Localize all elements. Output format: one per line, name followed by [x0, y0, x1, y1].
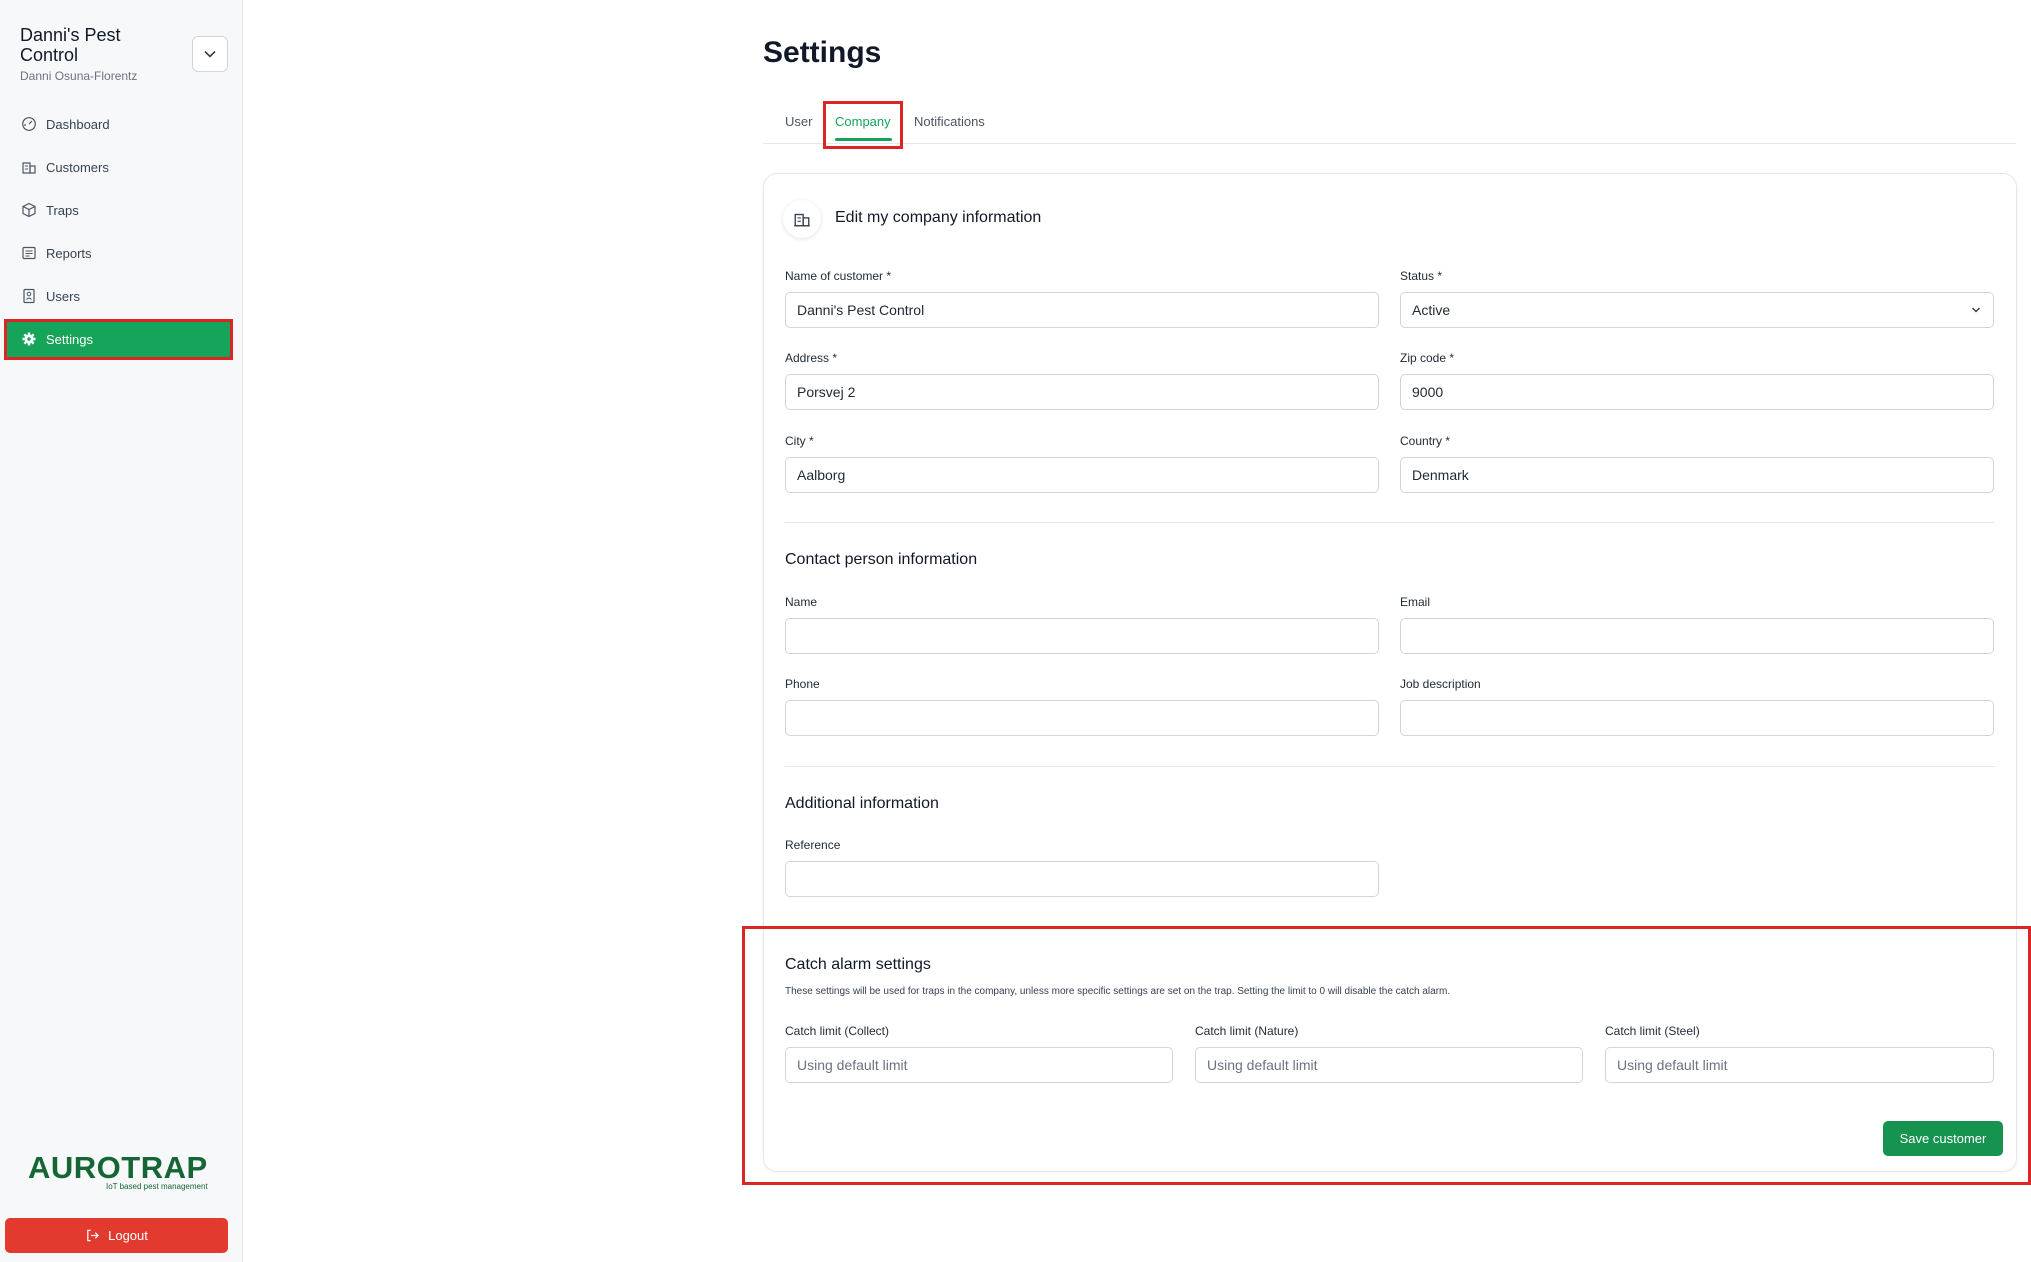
contact-email-input[interactable]	[1400, 618, 1994, 654]
city-input[interactable]	[785, 457, 1379, 493]
sidebar: Danni's Pest Control Danni Osuna-Florent…	[0, 0, 243, 1262]
contact-email-label: Email	[1400, 595, 1431, 609]
additional-section-title: Additional information	[785, 795, 939, 812]
status-selected-value: Active	[1412, 302, 1451, 318]
country-input[interactable]	[1400, 457, 1994, 493]
job-description-label: Job description	[1400, 677, 1481, 691]
contact-phone-input[interactable]	[785, 700, 1379, 736]
report-icon	[22, 246, 36, 260]
tab-notifications[interactable]: Notifications	[914, 114, 985, 129]
section-divider	[785, 522, 1995, 523]
org-user: Danni Osuna-Florentz	[20, 69, 138, 83]
sidebar-item-label: Dashboard	[46, 116, 110, 132]
name-of-customer-label: Name of customer *	[785, 269, 892, 283]
logout-button[interactable]: Logout	[5, 1218, 228, 1253]
chevron-down-icon	[1971, 307, 1981, 313]
dashboard-icon	[22, 117, 36, 131]
chevron-down-icon	[204, 50, 216, 58]
sidebar-item-traps[interactable]: Traps	[6, 191, 232, 229]
users-icon	[23, 288, 35, 304]
contact-section-title: Contact person information	[785, 551, 978, 568]
card-title: Edit my company information	[835, 209, 1042, 226]
zip-code-label: Zip code *	[1400, 351, 1455, 365]
box-icon	[22, 202, 36, 218]
address-label: Address *	[785, 351, 838, 365]
org-switcher-button[interactable]	[192, 36, 228, 72]
logo-wordmark: AUROTRAP	[28, 1150, 208, 1185]
status-select[interactable]: Active	[1400, 292, 1994, 328]
contact-name-label: Name	[785, 595, 818, 609]
contact-name-input[interactable]	[785, 618, 1379, 654]
tab-user[interactable]: User	[785, 114, 812, 129]
contact-phone-label: Phone	[785, 677, 820, 691]
address-input[interactable]	[785, 374, 1379, 410]
building-icon	[794, 213, 810, 227]
settings-highlight-box	[4, 319, 233, 360]
org-info: Danni's Pest Control Danni Osuna-Florent…	[20, 25, 180, 83]
card-header-icon-badge	[783, 200, 821, 238]
country-label: Country *	[1400, 434, 1451, 448]
job-description-input[interactable]	[1400, 700, 1994, 736]
sidebar-item-dashboard[interactable]: Dashboard	[6, 105, 232, 143]
settings-tabs: User Company Notifications	[763, 108, 2016, 144]
sidebar-item-label: Users	[46, 288, 80, 304]
logout-icon	[87, 1229, 100, 1242]
sidebar-item-label: Traps	[46, 202, 79, 218]
company-tab-highlight-box	[823, 101, 903, 149]
reference-label: Reference	[785, 838, 841, 852]
name-of-customer-input[interactable]	[785, 292, 1379, 328]
logout-label: Logout	[108, 1228, 148, 1243]
sidebar-item-reports[interactable]: Reports	[6, 234, 232, 272]
status-label: Status *	[1400, 269, 1443, 283]
section-divider	[785, 766, 1995, 767]
sidebar-item-label: Reports	[46, 245, 92, 261]
brand-logo: AUROTRAP IoT based pest management	[28, 1150, 208, 1192]
zip-code-input[interactable]	[1400, 374, 1994, 410]
sidebar-item-label: Customers	[46, 159, 109, 175]
sidebar-item-users[interactable]: Users	[6, 277, 232, 315]
page-title: Settings	[763, 36, 882, 69]
sidebar-item-customers[interactable]: Customers	[6, 148, 232, 186]
reference-input[interactable]	[785, 861, 1379, 897]
city-label: City *	[785, 434, 814, 448]
catch-alarm-highlight-box	[742, 926, 2031, 1185]
org-name: Danni's Pest Control	[20, 25, 121, 65]
building-icon	[22, 162, 36, 174]
